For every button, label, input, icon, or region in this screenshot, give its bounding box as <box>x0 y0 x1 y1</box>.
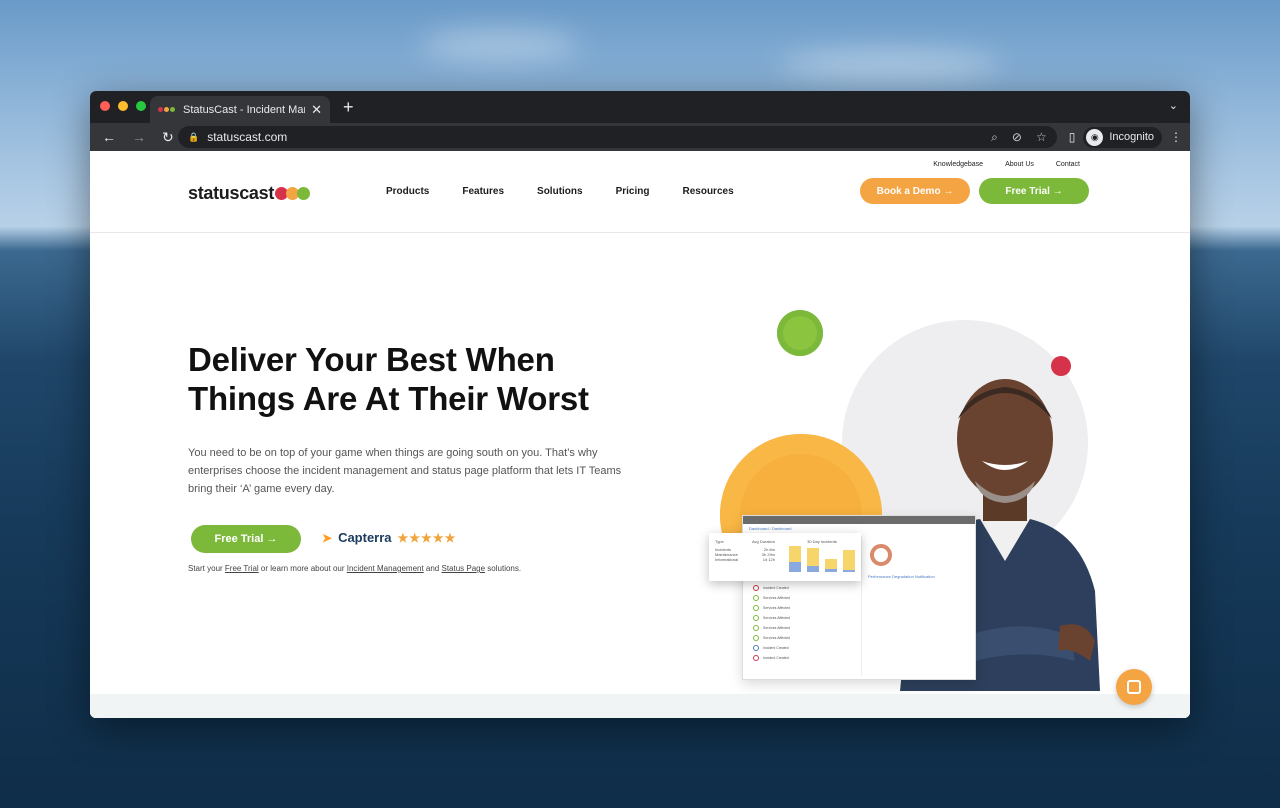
capterra-arrow-icon: ➤ <box>322 530 333 545</box>
tab-search-chevron-icon[interactable]: ⌄ <box>1169 99 1178 112</box>
cloud <box>420 30 580 60</box>
favicon-icon <box>158 107 175 112</box>
hero-free-trial-button[interactable]: Free Trial → <box>191 525 301 553</box>
nav-solutions[interactable]: Solutions <box>537 186 583 197</box>
incognito-profile-button[interactable]: ◉ Incognito <box>1083 126 1162 148</box>
subtext: Start your <box>188 564 225 573</box>
mini-bar <box>807 548 819 572</box>
maximize-window-button[interactable] <box>136 101 146 111</box>
subtext: and <box>423 564 442 573</box>
back-icon[interactable]: ← <box>102 129 116 146</box>
side-panel-icon[interactable]: ▯ <box>1069 130 1076 144</box>
cloud <box>780 50 1000 80</box>
green-circle-decoration <box>777 310 823 356</box>
status-page-link[interactable]: Status Page <box>441 564 485 573</box>
hero-heading: Deliver Your Best When Things Are At The… <box>188 340 589 418</box>
hero-description: You need to be on top of your game when … <box>188 447 622 495</box>
window-controls <box>100 101 146 111</box>
site-logo[interactable]: statuscast <box>188 183 311 204</box>
mini-bar <box>789 546 801 572</box>
address-bar-row: ← → ↻ 🔒 statuscast.com ⌕ ⊘ ☆ ▯ ◉ Incogni… <box>90 123 1190 151</box>
mini-bar <box>825 559 837 572</box>
forward-icon[interactable]: → <box>132 129 146 146</box>
mini-bar <box>843 550 855 572</box>
mini-chart-title: 30 Day Incidents <box>807 539 837 544</box>
subtext: or learn more about our <box>258 564 347 573</box>
nav-products[interactable]: Products <box>386 186 429 197</box>
tab-bar: StatusCast - Incident Managem ✕ + ⌄ <box>90 91 1190 123</box>
nav-features[interactable]: Features <box>462 186 504 197</box>
dashboard-breadcrumb: Dashboard / Dashboard <box>749 526 792 531</box>
close-tab-icon[interactable]: ✕ <box>311 102 322 118</box>
close-window-button[interactable] <box>100 101 110 111</box>
tab-title: StatusCast - Incident Managem <box>183 103 305 116</box>
capterra-label: Capterra <box>338 530 392 545</box>
card-row-label: Informational <box>715 557 739 562</box>
incident-summary-card: Type Avg Duration Incidents 2h 8m Maintena… <box>709 533 861 581</box>
tracking-eye-off-icon[interactable]: ⊘ <box>1012 130 1022 144</box>
card-row-value: 1d 12h <box>762 557 775 562</box>
nav-pricing[interactable]: Pricing <box>616 186 650 197</box>
header-free-trial-button[interactable]: Free Trial → <box>979 178 1089 204</box>
omnibox[interactable]: 🔒 statuscast.com ⌕ ⊘ ☆ <box>178 126 1057 148</box>
highlight-worst: Worst <box>496 380 589 417</box>
dashboard-right-panel: Performance Degradation Notification <box>861 536 971 676</box>
nav-resources[interactable]: Resources <box>683 186 734 197</box>
next-section-band <box>90 694 1190 718</box>
lock-icon[interactable]: 🔒 <box>188 132 199 143</box>
heading-text: Things Are At Their <box>188 380 497 417</box>
utility-link-about[interactable]: About Us <box>1005 161 1034 168</box>
site-header: Knowledgebase About Us Contact statuscas… <box>90 151 1190 233</box>
utility-nav: Knowledgebase About Us Contact <box>933 161 1080 168</box>
capterra-badge[interactable]: ➤ Capterra ★★★★★ <box>322 530 456 545</box>
logo-text: statuscast <box>188 183 275 203</box>
url-text[interactable]: statuscast.com <box>207 130 977 144</box>
free-trial-link[interactable]: Free Trial <box>225 564 259 573</box>
donut-chart <box>870 544 892 566</box>
highlight-best: Best <box>385 341 457 378</box>
utility-link-knowledgebase[interactable]: Knowledgebase <box>933 161 983 168</box>
subtext: solutions. <box>485 564 522 573</box>
hero-subtext: Start your Free Trial or learn more abou… <box>188 564 521 573</box>
reload-icon[interactable]: ↻ <box>162 129 174 146</box>
incognito-label: Incognito <box>1109 131 1154 143</box>
logo-circles-icon <box>275 187 311 200</box>
utility-link-contact[interactable]: Contact <box>1056 161 1080 168</box>
dashboard-titlebar <box>743 516 975 524</box>
bookmark-star-icon[interactable]: ☆ <box>1036 130 1047 144</box>
minimize-window-button[interactable] <box>118 101 128 111</box>
heading-text: When <box>456 341 555 378</box>
incident-management-link[interactable]: Incident Management <box>347 564 424 573</box>
card-label: Type <box>715 539 724 544</box>
open-incidents: Performance Degradation Notification <box>868 574 935 579</box>
book-demo-button[interactable]: Book a Demo → <box>860 178 970 204</box>
mini-bar-chart <box>789 546 855 572</box>
webpage: Knowledgebase About Us Contact statuscas… <box>90 151 1190 718</box>
chat-icon <box>1127 680 1141 694</box>
card-label: Avg Duration <box>751 539 775 544</box>
heading-text: Deliver Your <box>188 341 386 378</box>
rating-stars: ★★★★★ <box>397 530 457 545</box>
chat-widget-button[interactable] <box>1116 669 1152 705</box>
browser-window: StatusCast - Incident Managem ✕ + ⌄ ← → … <box>90 91 1190 718</box>
incognito-icon: ◉ <box>1086 128 1104 146</box>
main-nav: Products Features Solutions Pricing Reso… <box>386 186 734 197</box>
zoom-icon[interactable]: ⌕ <box>991 130 998 145</box>
browser-menu-icon[interactable]: ⋮ <box>1170 130 1182 144</box>
browser-tab[interactable]: StatusCast - Incident Managem ✕ <box>150 96 330 123</box>
new-tab-button[interactable]: + <box>343 97 354 118</box>
